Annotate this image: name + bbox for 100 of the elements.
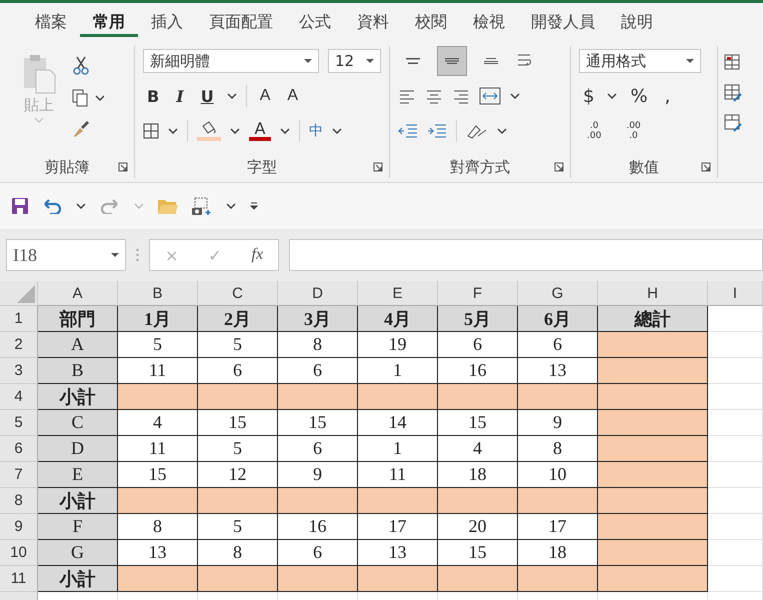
table-cell: 19: [358, 332, 438, 358]
font-color-button[interactable]: A: [249, 121, 271, 141]
table-cell: 部門: [38, 306, 118, 332]
decrease-indent-icon[interactable]: [398, 123, 418, 139]
table-cell: 4: [438, 436, 518, 462]
column-header[interactable]: C: [198, 281, 278, 306]
table-cell: 10: [518, 462, 598, 488]
column-header[interactable]: G: [518, 281, 598, 306]
ribbon-tab[interactable]: 說明: [608, 6, 666, 36]
table-cell: 4月: [358, 306, 438, 332]
chevron-down-icon[interactable]: [76, 203, 86, 209]
ribbon-tab[interactable]: 頁面配置: [196, 6, 286, 36]
borders-icon[interactable]: [143, 123, 159, 139]
align-lines-icon: [406, 58, 420, 64]
row-header[interactable]: 4: [0, 384, 38, 410]
font-style-button[interactable]: I: [172, 86, 188, 106]
table-cell: 15: [438, 540, 518, 566]
ribbon-tab[interactable]: 校閱: [402, 6, 460, 36]
chevron-down-icon[interactable]: [497, 128, 507, 134]
row-header[interactable]: 11: [0, 566, 38, 592]
row-header[interactable]: 1: [0, 306, 38, 332]
decrease-decimal-button[interactable]: .00 .0: [618, 121, 649, 141]
table-cell: 總計: [598, 306, 708, 332]
dialog-launcher-icon[interactable]: [701, 162, 711, 172]
dialog-launcher-icon[interactable]: [554, 162, 564, 172]
row-header[interactable]: 2: [0, 332, 38, 358]
comma-button[interactable]: ,: [660, 86, 674, 106]
table-cell: 16: [278, 514, 358, 540]
customize-toolbar-icon[interactable]: [250, 202, 258, 210]
ribbon-tab[interactable]: 檔案: [22, 6, 80, 36]
increase-decimal-button[interactable]: .0 .00: [579, 121, 610, 141]
percent-button[interactable]: %: [626, 86, 652, 106]
camera-icon[interactable]: [192, 197, 212, 215]
ribbon-tab[interactable]: 常用: [80, 6, 138, 36]
dialog-launcher-icon[interactable]: [118, 162, 128, 172]
row-header[interactable]: 8: [0, 488, 38, 514]
column-header[interactable]: E: [358, 281, 438, 306]
chevron-down-icon[interactable]: [226, 93, 237, 99]
table-cell: 15: [438, 410, 518, 436]
copy-icon[interactable]: [72, 89, 104, 107]
drag-handle-icon[interactable]: [136, 248, 139, 262]
fill-bucket-icon[interactable]: [197, 121, 221, 141]
dialog-launcher-icon[interactable]: [373, 162, 383, 172]
column-header[interactable]: I: [708, 281, 763, 306]
chevron-down-icon[interactable]: [332, 128, 342, 134]
number-format-dropdown[interactable]: 通用格式: [579, 49, 701, 73]
align-center-icon[interactable]: [425, 88, 443, 104]
font-size-dropdown[interactable]: 12: [328, 49, 381, 73]
column-header[interactable]: H: [598, 281, 708, 306]
row-header[interactable]: 6: [0, 436, 38, 462]
column-header[interactable]: D: [278, 281, 358, 306]
chevron-down-icon[interactable]: [280, 128, 290, 134]
conditional-format-icon[interactable]: [724, 54, 742, 72]
chevron-down-icon[interactable]: [226, 203, 236, 209]
table-cell: 5: [198, 514, 278, 540]
table-format-icon[interactable]: [724, 84, 742, 102]
insert-function-button[interactable]: fx: [252, 246, 264, 264]
ribbon-tab[interactable]: 公式: [286, 6, 344, 36]
grow-font-button[interactable]: A: [256, 87, 274, 105]
undo-icon[interactable]: [42, 198, 62, 214]
formula-input[interactable]: [289, 239, 763, 271]
align-left-icon[interactable]: [398, 88, 416, 104]
currency-button[interactable]: $: [579, 86, 598, 106]
cell-styles-icon[interactable]: [724, 114, 742, 132]
table-cell: 13: [358, 540, 438, 566]
increase-indent-icon[interactable]: [427, 123, 447, 139]
phonetic-button[interactable]: 中: [309, 122, 323, 140]
name-box[interactable]: I18: [6, 239, 126, 271]
column-header[interactable]: A: [38, 281, 118, 306]
row-header[interactable]: 7: [0, 462, 38, 488]
row-header[interactable]: 5: [0, 410, 38, 436]
ribbon-tab[interactable]: 開發人員: [518, 6, 608, 36]
table-cell: 1: [358, 358, 438, 384]
table-cell: 1月: [118, 306, 198, 332]
brush-icon[interactable]: [72, 120, 90, 138]
column-header[interactable]: B: [118, 281, 198, 306]
ribbon-tab[interactable]: 檢視: [460, 6, 518, 36]
table-cell: 8: [278, 332, 358, 358]
chevron-down-icon[interactable]: [607, 93, 618, 99]
scissors-icon[interactable]: [72, 56, 90, 76]
table-cell: A: [38, 332, 118, 358]
font-style-button[interactable]: B: [143, 86, 164, 106]
font-style-button[interactable]: U: [196, 86, 218, 106]
save-icon[interactable]: [12, 198, 28, 214]
align-right-icon[interactable]: [452, 88, 470, 104]
ribbon-tab[interactable]: 插入: [138, 6, 196, 36]
merge-cells-icon[interactable]: [479, 87, 501, 105]
vertical-align-button[interactable]: [437, 46, 467, 76]
row-header[interactable]: 10: [0, 540, 38, 566]
shrink-font-button[interactable]: A: [283, 87, 302, 105]
column-header[interactable]: F: [438, 281, 518, 306]
chevron-down-icon[interactable]: [168, 128, 178, 134]
row-header[interactable]: 3: [0, 358, 38, 384]
chevron-down-icon[interactable]: [230, 128, 240, 134]
ribbon-tab[interactable]: 資料: [344, 6, 402, 36]
chevron-down-icon[interactable]: [510, 93, 520, 99]
table-cell: 3月: [278, 306, 358, 332]
font-name-dropdown[interactable]: 新細明體: [143, 49, 319, 73]
row-header[interactable]: 9: [0, 514, 38, 540]
table-cell: 17: [358, 514, 438, 540]
